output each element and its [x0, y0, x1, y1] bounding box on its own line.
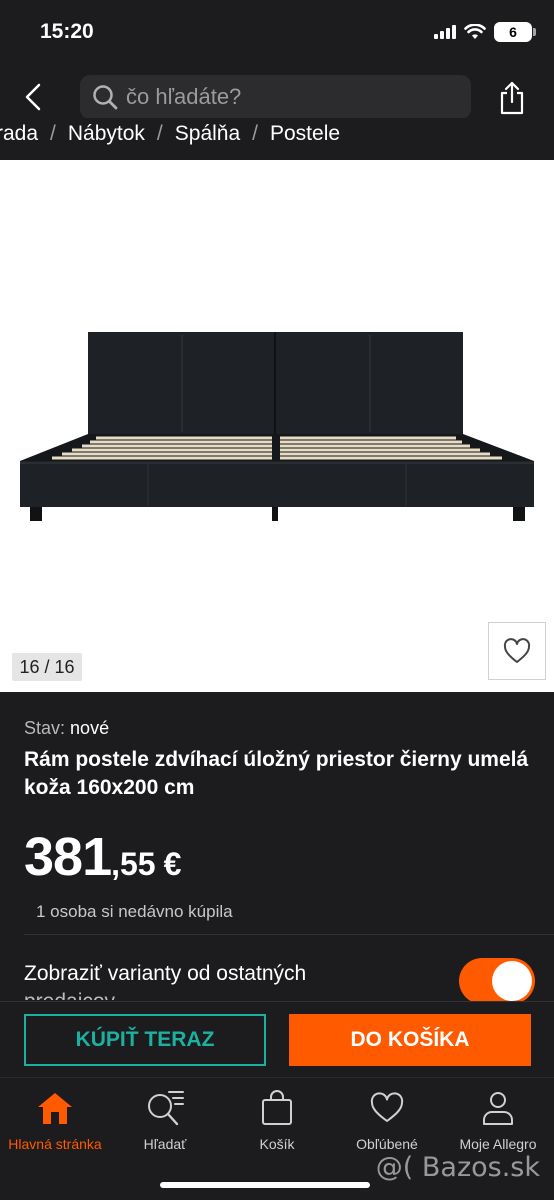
favorite-button[interactable]: [488, 622, 546, 680]
status-bar: 15:20 6: [0, 0, 554, 66]
share-button[interactable]: [496, 79, 528, 117]
breadcrumb-item[interactable]: Spálňa: [175, 122, 240, 146]
price-integer: 381: [24, 827, 112, 887]
variants-toggle[interactable]: [459, 958, 535, 1004]
tab-search[interactable]: Hľadať: [110, 1088, 220, 1152]
breadcrumb: rada / Nábytok / Spálňa / Postele: [0, 118, 554, 160]
user-icon: [483, 1092, 513, 1125]
bag-icon: [262, 1090, 292, 1125]
tab-label: Hľadať: [143, 1136, 187, 1152]
divider: [24, 934, 554, 935]
heart-icon: [503, 638, 531, 663]
variants-label-line1: Zobraziť varianty od ostatných: [24, 962, 307, 985]
cellular-signal-icon: [434, 25, 456, 39]
search-icon: [93, 85, 118, 110]
recent-purchases: 1 osoba si nedávno kúpila: [36, 902, 233, 921]
image-counter: 16 / 16: [12, 653, 82, 681]
search-list-icon: [148, 1091, 184, 1126]
condition: Stav: nové: [24, 718, 109, 739]
tab-bar: Hlavná stránka Hľadať Košík Obľúbené Moj…: [0, 1077, 554, 1200]
home-indicator: [160, 1182, 370, 1188]
price: 381 ,55 €: [24, 826, 181, 888]
price-currency: €: [163, 846, 182, 882]
watermark: @( Bazos.sk: [375, 1152, 540, 1183]
condition-value: nové: [70, 718, 110, 738]
search-input[interactable]: [126, 84, 446, 110]
variants-label: Zobraziť varianty od ostatných predajcov: [24, 960, 444, 1000]
tab-my-allegro[interactable]: Moje Allegro: [443, 1088, 553, 1152]
product-title: Rám postele zdvíhací úložný priestor čie…: [24, 748, 529, 799]
breadcrumb-separator: /: [156, 122, 163, 145]
tab-label: Hlavná stránka: [8, 1136, 102, 1152]
add-to-cart-button[interactable]: DO KOŠÍKA: [289, 1014, 531, 1066]
tab-label: Košík: [259, 1136, 295, 1152]
toggle-knob: [492, 961, 532, 1001]
breadcrumb-item[interactable]: rada: [0, 122, 38, 146]
breadcrumb-separator: /: [50, 122, 56, 145]
tab-cart[interactable]: Košík: [222, 1088, 332, 1152]
breadcrumb-item[interactable]: Postele: [270, 122, 340, 146]
status-icons: 6: [434, 22, 536, 42]
product-image: [20, 332, 534, 521]
battery-indicator: 6: [494, 22, 536, 42]
buy-now-button[interactable]: KÚPIŤ TERAZ: [24, 1014, 266, 1066]
back-button[interactable]: [16, 78, 50, 116]
status-time: 15:20: [40, 20, 94, 43]
action-bar: KÚPIŤ TERAZ DO KOŠÍKA: [0, 1001, 554, 1077]
share-icon: [500, 81, 524, 115]
tab-home[interactable]: Hlavná stránka: [0, 1088, 110, 1152]
heart-icon: [370, 1092, 404, 1122]
variants-label-line2: predajcov: [24, 988, 444, 1000]
breadcrumb-separator: /: [252, 122, 258, 145]
wifi-icon: [464, 24, 486, 39]
tab-favorites[interactable]: Obľúbené: [332, 1088, 442, 1152]
tab-label: Moje Allegro: [459, 1136, 537, 1152]
chevron-left-icon: [25, 83, 41, 111]
breadcrumb-item[interactable]: Nábytok: [68, 122, 145, 146]
price-decimal: ,55: [111, 846, 156, 882]
search-box[interactable]: [80, 75, 471, 119]
home-icon: [38, 1093, 72, 1124]
condition-label: Stav:: [24, 718, 66, 738]
tab-label: Obľúbené: [356, 1136, 418, 1152]
product-gallery[interactable]: 16 / 16: [0, 160, 554, 692]
